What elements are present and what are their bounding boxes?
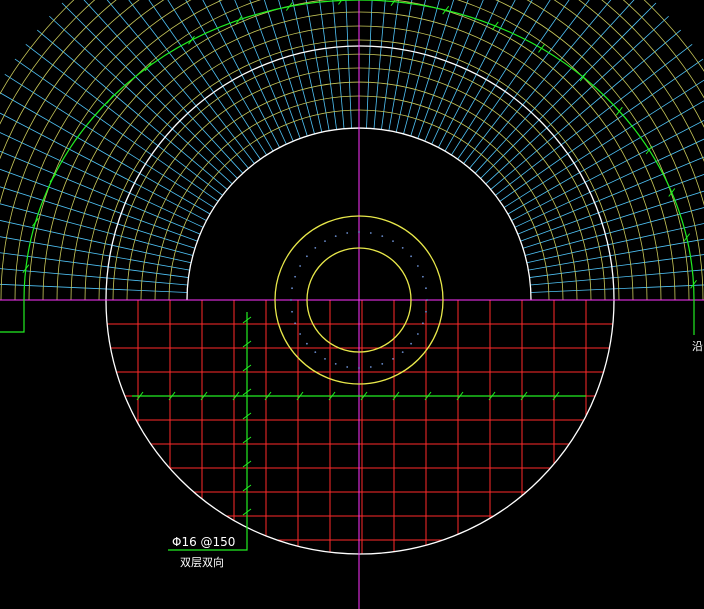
pipe-dot <box>416 265 419 267</box>
pipe-dot <box>392 357 394 360</box>
pipe-dot <box>421 322 424 325</box>
pipe-dot <box>401 351 404 353</box>
edge-fragment-label: 沿 <box>692 340 703 353</box>
pipe-dot <box>291 287 293 290</box>
pipe-dot <box>410 342 412 345</box>
pipe-dot <box>294 322 297 325</box>
pipe-dot <box>334 362 337 365</box>
pipe-dot <box>425 310 427 313</box>
pipe-dot <box>381 235 384 238</box>
pipe-dot <box>358 231 360 233</box>
pipe-dot <box>381 362 384 365</box>
pipe-dot <box>369 366 372 368</box>
pipe-dot <box>346 232 349 234</box>
pipe-dot <box>294 275 297 278</box>
pipe-dot <box>334 235 337 238</box>
pipe-dot <box>425 287 427 290</box>
pipe-dot <box>410 255 412 258</box>
pipe-dot <box>416 333 419 335</box>
pipe-dot <box>358 367 360 369</box>
pipe-dot <box>306 255 308 258</box>
pipe-dot <box>314 351 317 353</box>
pipe-dot <box>421 275 424 278</box>
rebar-spec-label: Φ16 @150 <box>172 535 235 549</box>
pipe-dot <box>426 299 428 301</box>
pipe-dot <box>369 232 372 234</box>
pipe-dot <box>290 299 292 301</box>
pipe-dot <box>401 247 404 249</box>
pipe-dot <box>291 310 293 313</box>
cad-drawing-canvas: Φ16 @150 双层双向 沿 <box>0 0 704 609</box>
pipe-dot <box>314 247 317 249</box>
pipe-dot <box>324 357 326 360</box>
pipe-dot <box>324 240 326 243</box>
rebar-direction-label: 双层双向 <box>180 555 224 569</box>
pipe-dot <box>392 240 394 243</box>
pipe-dot <box>299 265 302 267</box>
pipe-dot <box>299 333 302 335</box>
pipe-dot <box>306 342 308 345</box>
pipe-dot <box>346 366 349 368</box>
